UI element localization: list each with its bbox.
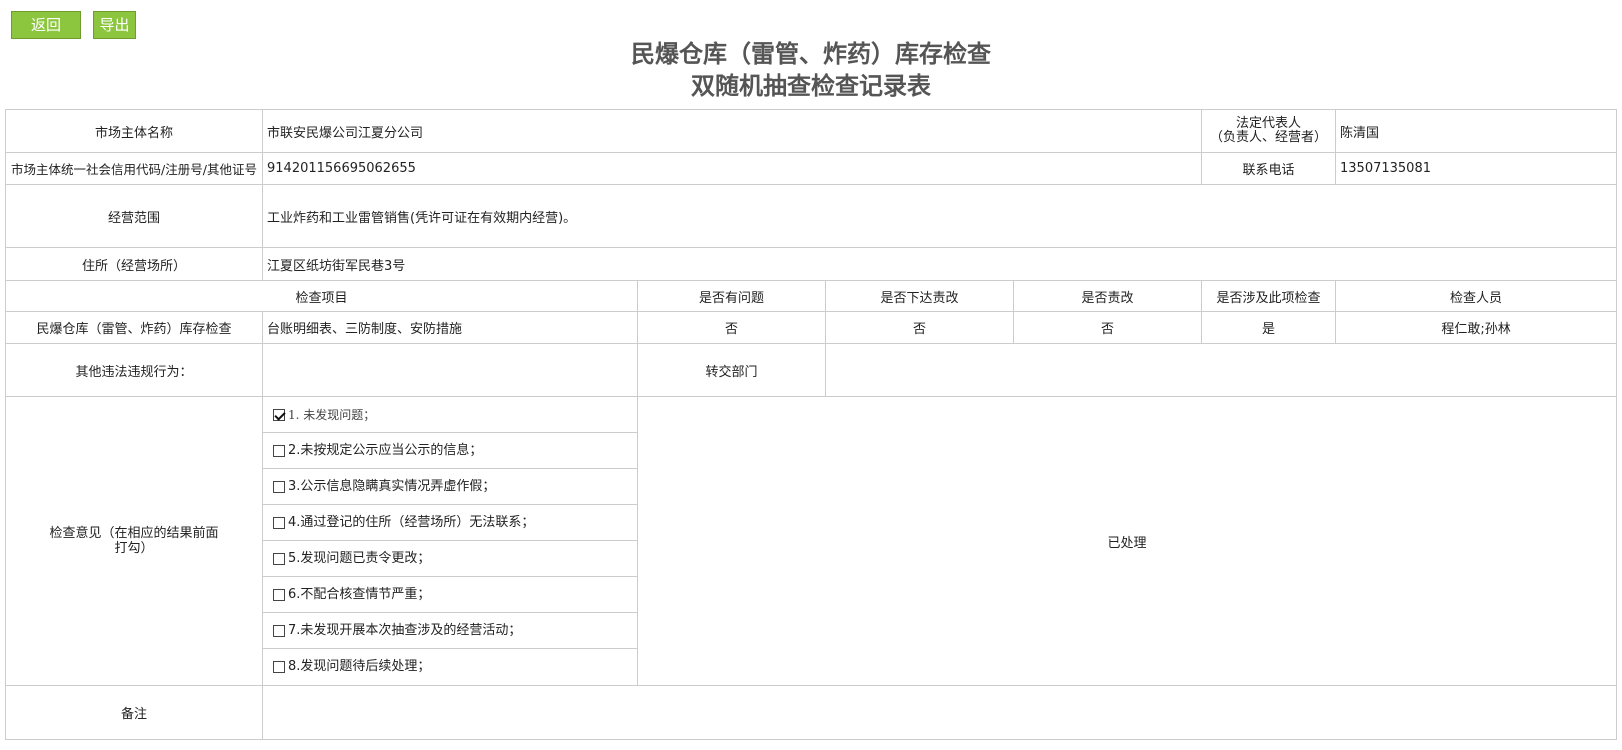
back-button[interactable]: 返回 — [11, 11, 81, 39]
address-label: 住所（经营场所） — [5, 247, 263, 281]
order-issued-value: 否 — [825, 311, 1014, 344]
credit-code-label: 市场主体统一社会信用代码/注册号/其他证号 — [5, 152, 263, 185]
business-scope-label: 经营范围 — [5, 184, 263, 248]
checkbox-checked-icon[interactable] — [273, 408, 285, 421]
opinion-option-label: 7.未发现开展本次抽查涉及的经营活动； — [288, 622, 522, 638]
opinion-option-label: 8.发现问题待后续处理； — [288, 659, 431, 674]
opinion-option[interactable]: 1. 未发现问题； — [263, 398, 637, 433]
opinion-option[interactable]: 7.未发现开展本次抽查涉及的经营活动； — [263, 613, 637, 649]
legal-rep-label: 法定代表人 （负责人、经营者） — [1201, 109, 1337, 153]
checkbox-icon[interactable] — [273, 480, 285, 493]
check-item-content: 台账明细表、三防制度、安防措施 — [262, 311, 638, 344]
opinion-option[interactable]: 2.未按规定公示应当公示的信息； — [263, 433, 637, 469]
opinion-option[interactable]: 5.发现问题已责令更改； — [263, 541, 637, 577]
header-check-item: 检查项目 — [5, 280, 638, 312]
opinion-result: 已处理 — [636, 396, 1618, 686]
checkbox-icon[interactable] — [273, 588, 285, 601]
export-button[interactable]: 导出 — [93, 11, 136, 39]
opinion-option-label: 3.公示信息隐瞒真实情况弄虚作假； — [288, 478, 496, 494]
header-involved: 是否涉及此项检查 — [1201, 280, 1337, 312]
legal-rep-label-line1: 法定代表人 — [1236, 116, 1302, 131]
remark-value — [261, 685, 1618, 740]
other-violation-value — [262, 343, 638, 397]
page-title: 民爆仓库（雷管、炸药）库存检查 — [631, 40, 991, 68]
inspection-record-table: 市场主体名称 市联安民爆公司江夏分公司 法定代表人 （负责人、经营者） 陈清国 … — [5, 109, 1618, 740]
opinion-option[interactable]: 8.发现问题待后续处理； — [264, 649, 637, 685]
has-problem-value: 否 — [637, 311, 826, 344]
phone-label: 联系电话 — [1201, 152, 1337, 185]
opinion-option[interactable]: 6.不配合核查情节严重； — [263, 577, 637, 613]
address-value: 江夏区纸坊街军民巷3号 — [261, 247, 1618, 281]
checkbox-icon[interactable] — [273, 624, 285, 637]
opinion-options-cell: 1. 未发现问题； 2.未按规定公示应当公示的信息； 3.公示信息隐瞒真实情况弄虚作… — [262, 396, 638, 686]
opinion-label: 检查意见（在相应的结果前面打勾） — [5, 396, 263, 686]
subject-name-value: 市联安民爆公司江夏分公司 — [261, 109, 1203, 153]
checkbox-icon[interactable] — [273, 444, 285, 457]
credit-code-value: 914201156695062655 — [261, 152, 1203, 185]
opinion-option-label: 1. 未发现问题； — [288, 407, 376, 422]
rectified-value: 否 — [1012, 311, 1203, 344]
check-item-name: 民爆仓库（雷管、炸药）库存检查 — [5, 311, 263, 344]
phone-value: 13507135081 — [1335, 152, 1618, 185]
checkbox-icon[interactable] — [273, 552, 285, 565]
transfer-dept-value — [824, 343, 1618, 397]
opinion-option-label: 2.未按规定公示应当公示的信息； — [288, 442, 483, 458]
header-rectified: 是否责改 — [1012, 280, 1203, 312]
header-order-issued: 是否下达责改 — [825, 280, 1014, 312]
inspectors-value: 程仁敢;孙林 — [1335, 311, 1618, 344]
other-violation-label: 其他违法违规行为： — [5, 343, 263, 397]
opinion-option-label: 6.不配合核查情节严重； — [288, 586, 431, 602]
remark-label: 备注 — [5, 685, 263, 740]
opinion-option[interactable]: 4.通过登记的住所（经营场所）无法联系； — [263, 505, 637, 541]
legal-rep-value: 陈清国 — [1335, 109, 1618, 153]
opinion-option-label: 4.通过登记的住所（经营场所）无法联系； — [288, 514, 535, 530]
opinion-option-label: 5.发现问题已责令更改； — [288, 550, 431, 566]
header-has-problem: 是否有问题 — [637, 280, 826, 312]
header-inspectors: 检查人员 — [1335, 280, 1618, 312]
subject-name-label: 市场主体名称 — [5, 109, 263, 153]
opinion-options-list: 1. 未发现问题； 2.未按规定公示应当公示的信息； 3.公示信息隐瞒真实情况弄虚作… — [263, 398, 637, 685]
checkbox-icon[interactable] — [273, 516, 285, 529]
checkbox-icon[interactable] — [273, 661, 285, 673]
business-scope-value: 工业炸药和工业雷管销售(凭许可证在有效期内经营)。 — [261, 184, 1618, 248]
page-subtitle: 双随机抽查检查记录表 — [691, 72, 931, 100]
transfer-dept-label: 转交部门 — [637, 343, 826, 397]
opinion-option[interactable]: 3.公示信息隐瞒真实情况弄虚作假； — [263, 469, 637, 505]
legal-rep-label-line2: （负责人、经营者） — [1210, 130, 1328, 145]
involved-value: 是 — [1201, 311, 1337, 344]
